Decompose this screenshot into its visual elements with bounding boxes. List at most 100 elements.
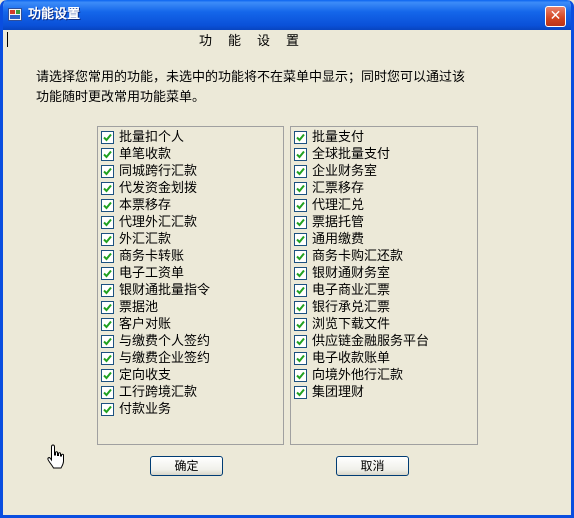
checkmark-icon	[296, 320, 305, 329]
checkbox[interactable]	[294, 386, 307, 399]
checkmark-icon	[103, 303, 112, 312]
checkbox[interactable]	[294, 301, 307, 314]
function-item-label: 代发资金划拨	[119, 181, 198, 196]
checkbox[interactable]	[294, 199, 307, 212]
checkbox[interactable]	[294, 284, 307, 297]
checkbox[interactable]	[101, 386, 114, 399]
checkmark-icon	[296, 354, 305, 363]
checkmark-icon	[296, 150, 305, 159]
function-item-label: 票据托管	[312, 215, 365, 230]
checkmark-icon	[296, 167, 305, 176]
checkbox[interactable]	[294, 182, 307, 195]
function-item-label: 本票移存	[119, 198, 172, 213]
close-button[interactable]: ✕	[545, 6, 566, 27]
function-item-label: 商务卡购汇还款	[312, 249, 404, 264]
cancel-button[interactable]: 取消	[336, 456, 409, 476]
right-function-list[interactable]: 批量支付 全球批量支付 企业财务室 汇票移存 代理汇兑 票据托管 通用缴费 商务卡购汇还款 银财…	[290, 126, 478, 445]
checkmark-icon	[103, 133, 112, 142]
checkmark-icon	[296, 337, 305, 346]
function-item-label: 与缴费企业签约	[119, 351, 211, 366]
checkbox[interactable]	[101, 131, 114, 144]
function-item-label: 工行跨境汇款	[119, 385, 198, 400]
app-icon	[8, 8, 22, 21]
function-item-label: 通用缴费	[312, 232, 365, 247]
page-title-char: 能	[228, 34, 242, 49]
checkbox[interactable]	[294, 148, 307, 161]
checkmark-icon	[296, 303, 305, 312]
function-item-label: 同城跨行汇款	[119, 164, 198, 179]
checkmark-icon	[103, 167, 112, 176]
checkmark-icon	[296, 371, 305, 380]
checkbox[interactable]	[294, 216, 307, 229]
function-item-label: 银财通批量指令	[119, 283, 211, 298]
function-item-label: 汇票移存	[312, 181, 365, 196]
function-item-label: 电子收款账单	[312, 351, 391, 366]
checkmark-icon	[296, 133, 305, 142]
checkbox[interactable]	[101, 301, 114, 314]
function-item-label: 代理外汇汇款	[119, 215, 198, 230]
function-item-label: 全球批量支付	[312, 147, 391, 162]
checkbox[interactable]	[294, 267, 307, 280]
checkmark-icon	[103, 405, 112, 414]
instruction-line: 功能随时更改常用功能菜单。	[36, 90, 206, 105]
checkbox[interactable]	[101, 267, 114, 280]
settings-dialog: 功能设置 ✕ 功 能 设 置 请选择您常用的功能，未选中的功能将不在菜单中显示；…	[0, 0, 574, 518]
checkmark-icon	[103, 354, 112, 363]
function-item-label: 企业财务室	[312, 164, 378, 179]
checkbox[interactable]	[101, 199, 114, 212]
function-item-label: 批量支付	[312, 130, 365, 145]
checkbox[interactable]	[294, 369, 307, 382]
function-item-label: 外汇汇款	[119, 232, 172, 247]
function-item-label: 单笔收款	[119, 147, 172, 162]
checkbox[interactable]	[101, 403, 114, 416]
function-item-label: 商务卡转账	[119, 249, 185, 264]
checkmark-icon	[296, 269, 305, 278]
checkbox[interactable]	[101, 335, 114, 348]
checkmark-icon	[103, 150, 112, 159]
instruction-line: 请选择您常用的功能，未选中的功能将不在菜单中显示；同时您可以通过该	[36, 70, 466, 85]
checkmark-icon	[103, 201, 112, 210]
function-item-label: 向境外他行汇款	[312, 368, 404, 383]
checkbox[interactable]	[101, 233, 114, 246]
checkbox[interactable]	[101, 352, 114, 365]
page-title-char: 功	[199, 34, 213, 49]
function-item-label: 批量扣个人	[119, 130, 185, 145]
checkmark-icon	[296, 388, 305, 397]
checkmark-icon	[296, 201, 305, 210]
hand-cursor-icon	[47, 444, 65, 474]
checkbox[interactable]	[294, 318, 307, 331]
checkbox[interactable]	[294, 131, 307, 144]
checkbox[interactable]	[101, 318, 114, 331]
page-title: 功 能 设 置	[3, 34, 571, 50]
checkbox[interactable]	[294, 233, 307, 246]
checkbox[interactable]	[294, 335, 307, 348]
checkmark-icon	[296, 252, 305, 261]
checkbox[interactable]	[101, 284, 114, 297]
function-item-label: 银行承兑汇票	[312, 300, 391, 315]
checkbox[interactable]	[294, 250, 307, 263]
checkbox[interactable]	[101, 216, 114, 229]
checkmark-icon	[103, 337, 112, 346]
checkmark-icon	[296, 286, 305, 295]
window-title: 功能设置	[28, 7, 81, 22]
left-function-list[interactable]: 批量扣个人单笔收款同城跨行汇款 代发资金划拨 本票移存代理外汇汇款 外汇汇款商务卡转账…	[97, 126, 284, 445]
function-item-label: 电子工资单	[119, 266, 185, 281]
checkbox[interactable]	[101, 369, 114, 382]
checkbox[interactable]	[294, 352, 307, 365]
checkbox[interactable]	[101, 165, 114, 178]
title-bar[interactable]: 功能设置 ✕	[3, 0, 571, 30]
function-item-label: 代理汇兑	[312, 198, 365, 213]
checkmark-icon	[103, 235, 112, 244]
close-icon: ✕	[549, 8, 562, 24]
function-item-label: 电子商业汇票	[312, 283, 391, 298]
checkbox[interactable]	[294, 165, 307, 178]
checkmark-icon	[103, 269, 112, 278]
page-title-char: 设	[257, 34, 271, 49]
checkbox[interactable]	[101, 250, 114, 263]
checkmark-icon	[296, 184, 305, 193]
checkbox[interactable]	[101, 182, 114, 195]
checkbox[interactable]	[101, 148, 114, 161]
checkmark-icon	[103, 371, 112, 380]
ok-button[interactable]: 确定	[150, 456, 223, 476]
instruction-text: 请选择您常用的功能，未选中的功能将不在菜单中显示；同时您可以通过该 功能随时更改…	[36, 68, 516, 108]
